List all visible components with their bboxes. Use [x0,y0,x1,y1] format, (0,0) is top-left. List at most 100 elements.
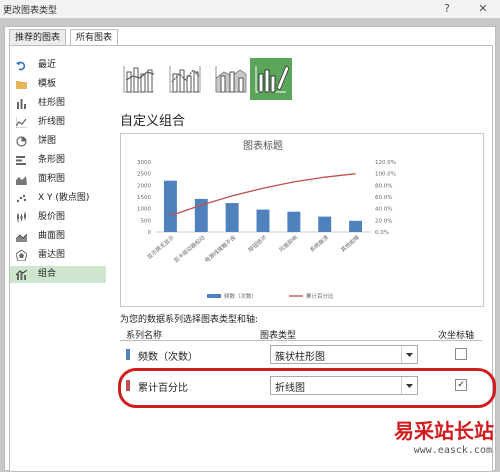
chevron-down-icon [406,353,413,357]
y-tick-label: 2500 [137,172,151,178]
sidebar-item-label: 组合 [38,269,57,279]
help-button[interactable]: ? [438,1,456,16]
select-value: 簇状柱形图 [275,352,325,363]
radar-chart-icon [16,250,27,261]
header-chart-type: 图表类型 [260,331,297,341]
series-name: 频数（次数） [138,352,198,363]
y2-tick-label: 120.0% [375,160,396,166]
sidebar-item-label: 面积图 [38,174,66,184]
x-tick-label: 电源线接触不良 [203,233,238,264]
y-tick-label: 500 [141,218,152,224]
sidebar-item-column[interactable]: 柱形图 [10,95,106,112]
header-secondary-axis: 次坐标轴 [438,331,475,341]
sidebar-item-line[interactable]: 折线图 [10,114,106,131]
custom-combo-icon [255,65,290,93]
sidebar-item-label: 股价图 [38,212,66,222]
window-title: 更改图表类型 [3,6,58,16]
y2-tick-label: 60.0% [375,195,392,201]
bar [318,216,332,232]
y-tick-label: 2000 [137,183,151,189]
series-grid-header: 系列名称 图表类型 次坐标轴 [120,326,482,341]
stacked-area-column-icon [215,66,247,93]
sidebar-item-stock[interactable]: 股价图 [10,209,106,226]
chart-title: 图表标题 [243,139,283,152]
tab-recommended-charts[interactable]: 推荐的图表 [9,29,67,46]
y-tick-label: 1000 [137,207,151,213]
y-tick-label: 1500 [137,195,151,201]
series-color-swatch [126,349,130,360]
column-chart-icon [17,99,26,109]
y2-tick-label: 20.0% [375,218,392,224]
combo-chart: 图表标题 0 500 1000 1500 2000 2500 3000 0.0% 20.0% 40.… [137,139,396,300]
subtype-custom-combo[interactable] [250,58,292,100]
sidebar-item-label: 饼图 [38,136,57,146]
bar [349,220,363,232]
sidebar-item-scatter[interactable]: X Y (散点图) [10,190,106,207]
chart-type-select[interactable]: 簇状柱形图 [270,345,418,364]
watermark-url: www.easck.com [413,445,492,456]
combo-chart-icon [16,269,27,280]
subtype-stacked-area-column[interactable] [210,58,252,100]
y2-tick-label: 100.0% [375,172,396,178]
dropdown-arrow[interactable] [401,346,417,363]
y2-tick-label: 80.0% [375,183,392,189]
x-tick-label: 显卡驱动器松动 [172,233,207,264]
sidebar-item-label: X Y (散点图) [38,193,90,203]
bar [225,203,239,232]
secondary-axis-checkbox[interactable] [455,348,467,360]
watermark: 易采站长站 www.easck.com [380,415,500,469]
bar [163,180,177,232]
scatter-chart-icon [16,194,27,203]
y2-tick-label: 0.0% [375,230,389,236]
series-row-frequency: 频数（次数） 簇状柱形图 [120,341,482,369]
bar-chart-icon [16,156,26,165]
surface-chart-icon [16,233,27,242]
x-tick-label: 其他故障 [339,233,361,254]
folder-icon [16,81,27,89]
y-tick-label: 3000 [137,160,151,166]
pie-chart-icon [16,136,27,147]
sidebar-item-area[interactable]: 面积图 [10,171,106,188]
close-button[interactable]: ✕ [474,1,492,16]
sidebar-item-label: 柱形图 [38,98,66,108]
watermark-text: 易采站长站 [394,419,494,443]
header-series-name: 系列名称 [126,331,163,341]
section-title: 自定义组合 [120,114,186,129]
chart-preview: 图表标题 0 500 1000 1500 2000 2500 3000 0.0% 20.0% 40.… [120,133,484,307]
area-chart-icon [16,176,27,185]
y-tick-label: 0 [148,230,152,236]
legend-label: 频数（次数） [224,292,257,300]
instruction-text: 为您的数据系列选择图表类型和轴: [120,315,259,325]
bar [287,211,301,232]
sidebar-item-pie[interactable]: 饼图 [10,133,106,150]
sidebar-item-templates[interactable]: 模板 [10,76,106,93]
sidebar-item-label: 最近 [38,60,57,70]
sidebar-item-combo[interactable]: 组合 [10,266,106,283]
clustered-column-line-secondary-icon [169,66,201,93]
x-tick-label: 系统崩溃 [308,233,330,254]
x-tick-label: 风扇异响 [277,233,299,254]
legend-swatch [207,294,221,298]
clustered-column-line-icon [123,66,155,93]
sidebar-item-label: 雷达图 [38,250,66,260]
sidebar-item-radar[interactable]: 雷达图 [10,247,106,264]
line-chart-icon [16,117,27,128]
sidebar-item-label: 曲面图 [38,231,66,241]
subtype-column-line-secondary[interactable] [164,58,206,100]
subtype-clustered-column-line[interactable] [118,58,160,100]
sidebar-item-label: 模板 [38,79,57,89]
undo-icon [16,61,26,71]
title-bar: 更改图表类型 ? ✕ [0,0,500,19]
sidebar-item-recent[interactable]: 最近 [10,57,106,74]
bar [256,209,270,232]
stock-chart-icon [17,212,26,222]
sidebar-item-label: 折线图 [38,117,66,127]
x-tick-label: 按钮损坏 [246,233,268,254]
highlight-circle [118,368,496,408]
sidebar-item-surface[interactable]: 曲面图 [10,228,106,245]
legend-label: 累计百分比 [306,292,334,300]
sidebar-item-bar[interactable]: 条形图 [10,152,106,169]
y2-tick-label: 40.0% [375,207,392,213]
x-tick-label: 显示屏无显示 [146,234,176,261]
sidebar-item-label: 条形图 [38,155,66,165]
